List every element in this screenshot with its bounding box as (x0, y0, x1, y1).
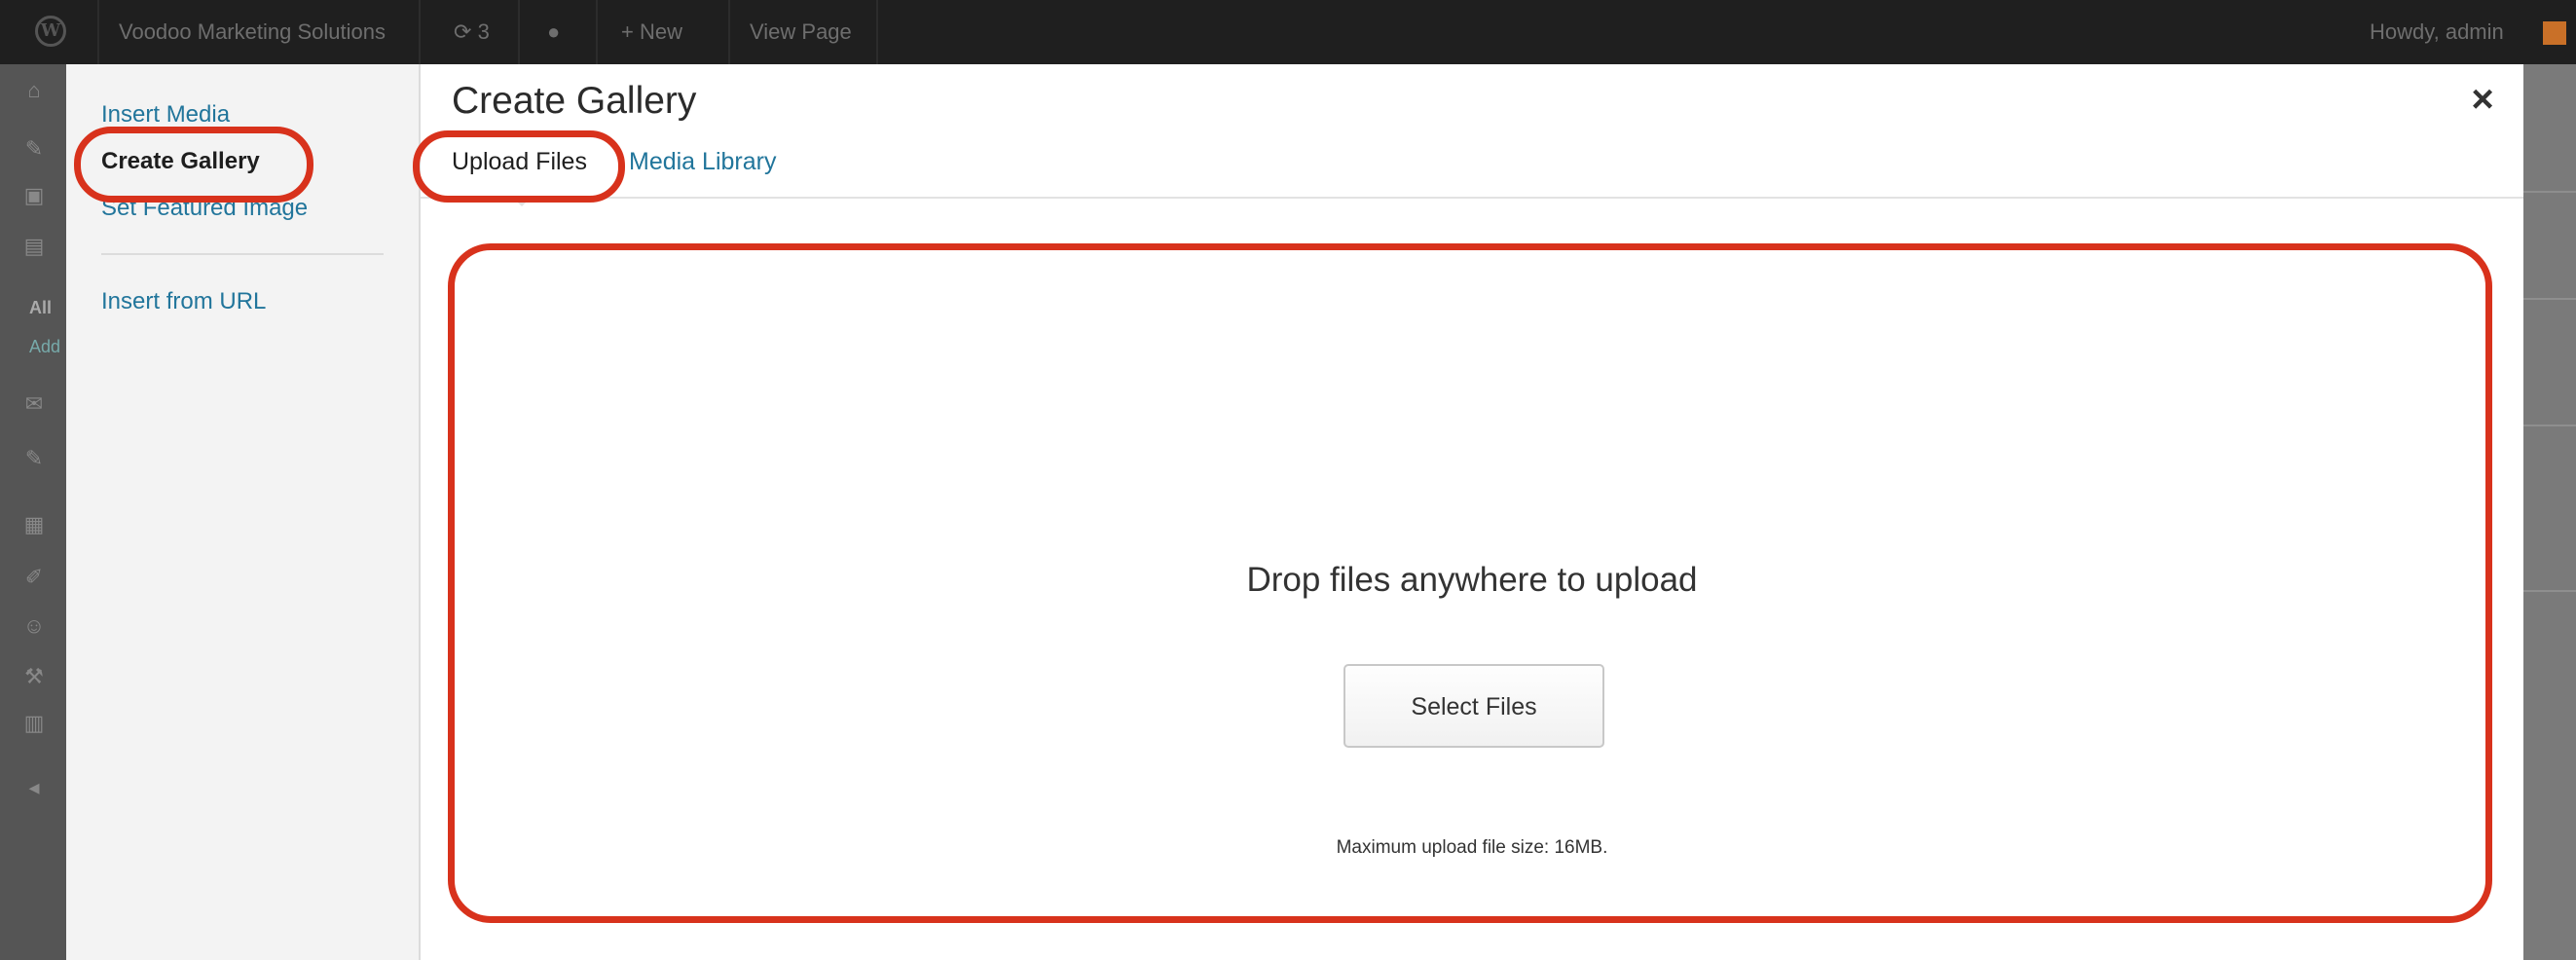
close-icon[interactable]: × (2461, 78, 2504, 121)
media-icon: ▣ (23, 183, 45, 207)
menu-item-insert-media[interactable]: Insert Media (101, 101, 230, 129)
admin-bar-separator (728, 0, 730, 64)
comments-menu-icon: ✉ (24, 391, 44, 416)
admin-bar-separator (97, 0, 99, 64)
users-icon: ☺ (22, 613, 46, 638)
admin-menu-background: ⌂ ✎ ▣ ▤ All Add ✉ ✎ ▦ ✐ ☺ ⚒ ▥ ◂ (0, 64, 66, 960)
menu-item-set-featured-image[interactable]: Set Featured Image (101, 195, 308, 222)
pin-icon: ✎ (24, 136, 44, 161)
select-files-button[interactable]: Select Files (1343, 664, 1604, 748)
settings-icon: ▥ (23, 711, 45, 735)
dashboard-icon: ⌂ (27, 78, 41, 102)
admin-bar: W Voodoo Marketing Solutions ⟳ 3 ● + New… (0, 0, 2576, 64)
admin-bar-separator (419, 0, 421, 64)
avatar[interactable] (2543, 21, 2566, 45)
background-divider (2523, 425, 2576, 426)
view-page-link[interactable]: View Page (750, 0, 852, 64)
howdy-greeting[interactable]: Howdy, admin (2370, 0, 2504, 64)
media-menu-sidebar: Insert Media Create Gallery Set Featured… (66, 64, 421, 960)
updates-icon: ⟳ (454, 19, 472, 44)
modal-title: Create Gallery (452, 80, 697, 122)
page-background-right (2523, 64, 2576, 960)
background-divider (2523, 590, 2576, 592)
admin-bar-separator (518, 0, 520, 64)
tabs-divider (421, 197, 2523, 199)
comments-icon: ● (547, 19, 561, 44)
admin-bar-separator (876, 0, 878, 64)
comments-link[interactable]: ● (547, 0, 560, 64)
new-content-link[interactable]: + New (621, 0, 682, 64)
admin-bar-separator (596, 0, 598, 64)
tab-upload-files[interactable]: Upload Files (452, 148, 587, 176)
menu-item-create-gallery[interactable]: Create Gallery (101, 148, 260, 175)
menu-sub-all: All (29, 298, 53, 317)
plugins-icon: ✐ (24, 565, 44, 589)
menu-item-insert-from-url[interactable]: Insert from URL (101, 288, 266, 315)
pages-icon: ▤ (23, 234, 45, 258)
tab-media-library[interactable]: Media Library (629, 148, 776, 176)
site-name-link[interactable]: Voodoo Marketing Solutions (119, 0, 386, 64)
wordpress-logo-icon[interactable]: W (35, 16, 66, 47)
menu-separator (101, 253, 384, 255)
pin-icon: ✎ (24, 446, 44, 470)
menu-sub-add: Add (29, 337, 61, 356)
max-upload-size-text: Maximum upload file size: 16MB. (1336, 837, 1608, 858)
active-tab-indicator (514, 199, 530, 206)
background-divider (2523, 298, 2576, 300)
drop-zone-instructions: Drop files anywhere to upload (1246, 561, 1698, 599)
collapse-menu-icon: ◂ (28, 775, 40, 799)
updates-count: 3 (477, 19, 490, 44)
appearance-icon: ▦ (23, 512, 45, 536)
updates-link[interactable]: ⟳ 3 (454, 0, 490, 64)
tools-icon: ⚒ (24, 664, 44, 688)
media-modal: Insert Media Create Gallery Set Featured… (66, 64, 2523, 960)
background-divider (2523, 191, 2576, 193)
